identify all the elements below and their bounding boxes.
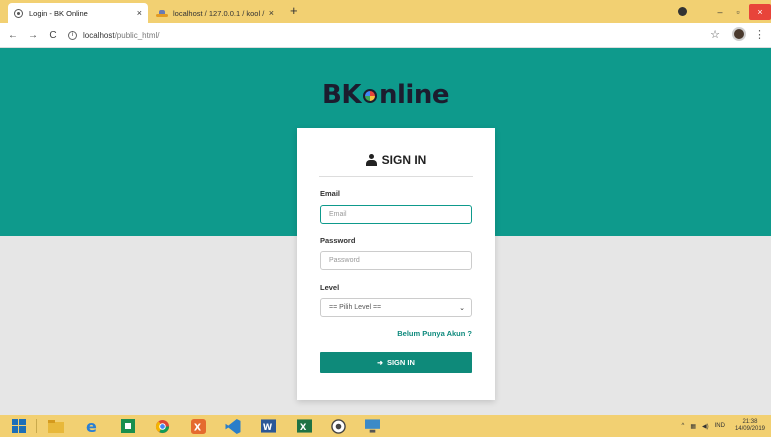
file-explorer-icon[interactable]: [46, 418, 66, 434]
site-logo: BK nline: [0, 80, 771, 110]
browser-menu-icon[interactable]: ⋮: [754, 28, 765, 41]
windows-start-icon[interactable]: [10, 418, 28, 434]
tray-arrow-icon[interactable]: ^: [682, 423, 685, 429]
minimize-button[interactable]: –: [713, 7, 727, 17]
url-host: localhost: [83, 30, 115, 40]
tab-close-icon[interactable]: ×: [269, 8, 274, 18]
excel-icon[interactable]: X: [294, 418, 314, 434]
login-card: SIGN IN Email Email Password Password Le…: [297, 128, 495, 400]
site-favicon-icon: [14, 8, 23, 18]
xampp-icon[interactable]: X: [188, 418, 208, 434]
svg-text:e: e: [86, 418, 97, 434]
lang-indicator[interactable]: IND: [715, 423, 725, 429]
url-path: /public_html/: [114, 30, 160, 40]
sign-in-button-label: SIGN IN: [386, 358, 415, 367]
phpmyadmin-favicon-icon: [156, 9, 168, 17]
tab-label: Login - BK Online: [29, 8, 88, 18]
svg-text:X: X: [299, 422, 306, 432]
new-tab-button[interactable]: +: [290, 4, 298, 18]
volume-icon[interactable]: ◀): [702, 423, 709, 430]
clock-time: 21:38: [742, 419, 758, 425]
chevron-down-icon: ⌄: [459, 304, 465, 312]
divider: [319, 176, 473, 177]
maximize-button[interactable]: ▫: [731, 7, 745, 17]
info-icon[interactable]: i: [68, 30, 77, 40]
profile-avatar[interactable]: [732, 27, 746, 41]
reload-button[interactable]: C: [46, 30, 60, 41]
register-link[interactable]: Belum Punya Akun ?: [397, 329, 472, 338]
password-field[interactable]: Password: [320, 251, 472, 270]
word-icon[interactable]: W: [258, 418, 278, 434]
remote-desktop-icon[interactable]: [362, 418, 382, 434]
record-indicator-icon: [678, 7, 687, 16]
svg-text:W: W: [262, 422, 272, 432]
store-icon[interactable]: [118, 418, 138, 434]
card-title: SIGN IN: [297, 153, 495, 167]
tab-login[interactable]: Login - BK Online ×: [8, 3, 148, 23]
forward-button[interactable]: →: [26, 30, 40, 41]
tab-phpmyadmin[interactable]: localhost / 127.0.0.1 / kool / tb_u ×: [150, 3, 280, 23]
logo-text-online: nline: [378, 80, 449, 110]
email-placeholder: Email: [329, 211, 347, 218]
clock-date: 14/09/2019: [734, 426, 765, 432]
toolbar-actions: ☆ ⋮: [710, 27, 765, 41]
browser-toolbar: ← → C i localhost/public_html/ ☆ ⋮: [0, 23, 771, 48]
system-tray: ^ ▦ ◀) IND 21:38 14/09/2019: [676, 415, 771, 437]
tab-label: localhost / 127.0.0.1 / kool / tb_u: [173, 8, 265, 18]
level-selected-value: == Pilih Level ==: [329, 304, 382, 311]
close-window-button[interactable]: ×: [749, 3, 771, 20]
user-icon: [365, 154, 377, 166]
address-bar[interactable]: i localhost/public_html/: [68, 30, 160, 40]
internet-explorer-icon[interactable]: e: [82, 418, 102, 434]
windows-taskbar: e X W X ^ ▦ ◀) IND 21:38 14/09/2019: [0, 415, 771, 437]
sign-in-icon: ➜: [377, 359, 383, 367]
card-title-text: SIGN IN: [381, 153, 427, 167]
browser-tab-bar: Login - BK Online × localhost / 127.0.0.…: [0, 0, 771, 23]
sign-in-button[interactable]: ➜ SIGN IN: [320, 352, 472, 373]
chrome-icon[interactable]: [152, 418, 172, 434]
whatsapp-icon[interactable]: [328, 418, 348, 434]
password-label: Password: [320, 236, 356, 245]
email-field[interactable]: Email: [320, 205, 472, 224]
level-label: Level: [320, 283, 340, 292]
vscode-icon[interactable]: [222, 418, 244, 434]
taskbar-clock[interactable]: 21:38 14/09/2019: [735, 419, 765, 433]
logo-text-bk: BK: [322, 80, 361, 110]
back-button[interactable]: ←: [6, 30, 20, 41]
password-placeholder: Password: [329, 257, 360, 264]
window-controls: – ▫ ×: [678, 0, 771, 23]
logo-ball-icon: [362, 88, 377, 103]
network-icon[interactable]: ▦: [690, 423, 696, 430]
email-label: Email: [320, 189, 341, 198]
svg-text:X: X: [193, 422, 201, 433]
taskbar-separator: [36, 419, 37, 433]
level-select[interactable]: == Pilih Level == ⌄: [320, 298, 472, 317]
bookmark-star-icon[interactable]: ☆: [710, 28, 720, 41]
tab-close-icon[interactable]: ×: [137, 8, 142, 18]
